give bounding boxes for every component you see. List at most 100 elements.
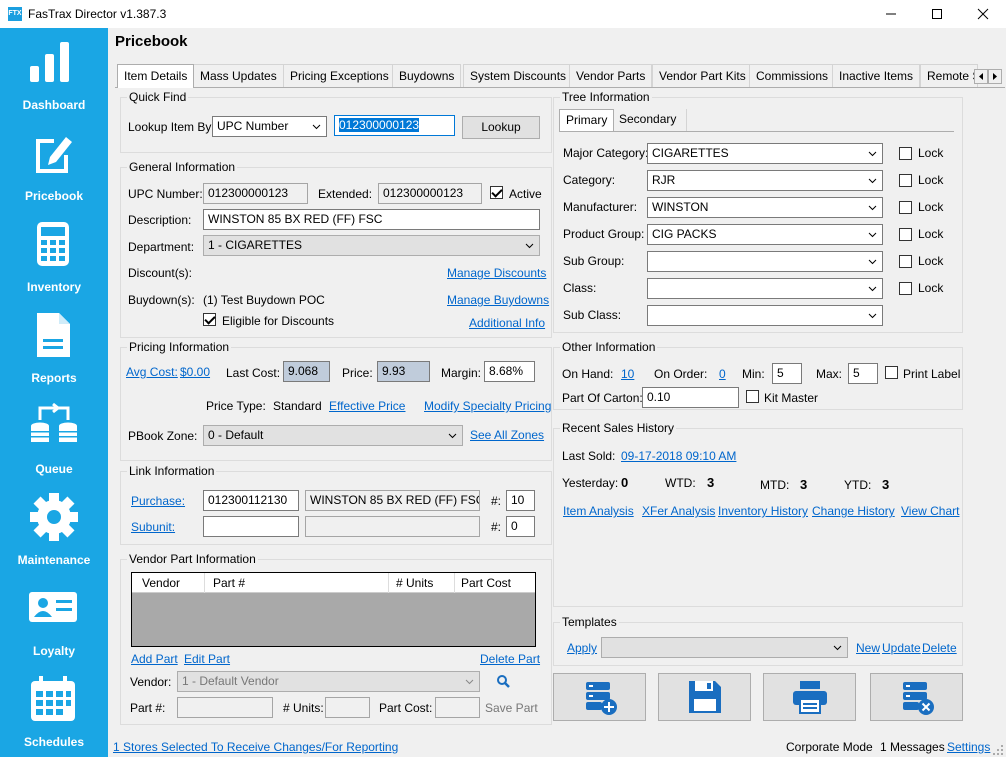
view-chart-link[interactable]: View Chart: [901, 504, 959, 518]
lock-checkbox[interactable]: [899, 174, 912, 187]
kit-master-checkbox[interactable]: [746, 390, 759, 403]
template-select[interactable]: [601, 637, 848, 658]
part-number-field[interactable]: [177, 697, 273, 718]
update-template-link[interactable]: Update: [882, 641, 921, 655]
sidebar-item-dashboard[interactable]: Dashboard: [0, 28, 108, 118]
tree-tab-secondary[interactable]: Secondary: [609, 109, 688, 131]
on-order-link[interactable]: 0: [719, 367, 726, 381]
print-label-checkbox[interactable]: [885, 366, 898, 379]
purchase-qty-field[interactable]: 10: [506, 490, 535, 511]
purchase-upc-field[interactable]: 012300112130: [203, 490, 299, 511]
sidebar-item-pricebook[interactable]: Pricebook: [0, 119, 108, 209]
lookup-button[interactable]: Lookup: [462, 116, 540, 139]
avg-cost-link[interactable]: Avg Cost:: [126, 365, 178, 379]
lock-checkbox[interactable]: [899, 255, 912, 268]
tab-scroll-right-button[interactable]: [988, 69, 1002, 84]
delete-item-button[interactable]: [870, 673, 963, 721]
sidebar-item-maintenance[interactable]: Maintenance: [0, 483, 108, 573]
tab-buydowns[interactable]: Buydowns: [392, 64, 462, 87]
tab-pricing-exceptions[interactable]: Pricing Exceptions: [283, 64, 396, 87]
xfer-analysis-link[interactable]: XFer Analysis: [642, 504, 715, 518]
add-item-button[interactable]: [553, 673, 646, 721]
item-analysis-link[interactable]: Item Analysis: [563, 504, 634, 518]
last-sold-link[interactable]: 09-17-2018 09:10 AM: [621, 449, 736, 463]
max-field[interactable]: 5: [848, 363, 878, 384]
tree-row-select[interactable]: [647, 305, 883, 326]
additional-info-link[interactable]: Additional Info: [469, 316, 545, 330]
print-button[interactable]: [763, 673, 856, 721]
department-select[interactable]: 1 - CIGARETTES: [203, 235, 540, 256]
settings-link[interactable]: Settings: [947, 740, 990, 754]
tree-row-select[interactable]: CIG PACKS: [647, 224, 883, 245]
tab-vendor-part-kits[interactable]: Vendor Part Kits: [652, 64, 753, 87]
tree-row-select[interactable]: RJR: [647, 170, 883, 191]
sidebar-item-inventory[interactable]: Inventory: [0, 210, 108, 300]
save-part-link[interactable]: Save Part: [485, 701, 538, 715]
min-field[interactable]: 5: [772, 363, 802, 384]
tree-row-select[interactable]: WINSTON: [647, 197, 883, 218]
part-of-carton-field[interactable]: 0.10: [642, 387, 739, 408]
column-header-part-number[interactable]: Part #: [213, 576, 245, 590]
new-template-link[interactable]: New: [856, 641, 880, 655]
apply-template-link[interactable]: Apply: [567, 641, 597, 655]
tab-remote[interactable]: Remote S: [920, 64, 978, 87]
last-cost-field[interactable]: 9.068: [283, 361, 330, 382]
tab-commissions[interactable]: Commissions: [749, 64, 836, 87]
maximize-button[interactable]: [914, 0, 960, 28]
manage-buydowns-link[interactable]: Manage Buydowns: [447, 293, 549, 307]
units-field[interactable]: [325, 697, 370, 718]
tab-system-discounts[interactable]: System Discounts: [463, 64, 574, 87]
active-checkbox[interactable]: [490, 186, 503, 199]
on-hand-link[interactable]: 10: [621, 367, 634, 381]
margin-field[interactable]: 8.68%: [484, 361, 535, 382]
messages-indicator[interactable]: 1 Messages: [880, 740, 945, 754]
close-button[interactable]: [960, 0, 1006, 28]
tab-inactive-items[interactable]: Inactive Items: [832, 64, 921, 87]
column-header-vendor[interactable]: Vendor: [142, 576, 180, 590]
edit-part-link[interactable]: Edit Part: [184, 652, 230, 666]
delete-template-link[interactable]: Delete: [922, 641, 957, 655]
tree-tab-primary[interactable]: Primary: [559, 109, 615, 131]
tab-mass-updates[interactable]: Mass Updates: [193, 64, 284, 87]
part-cost-field[interactable]: [435, 697, 480, 718]
tree-row-select[interactable]: [647, 251, 883, 272]
lookup-by-select[interactable]: UPC Number: [212, 116, 327, 137]
tree-row-select[interactable]: CIGARETTES: [647, 143, 883, 164]
subunit-qty-field[interactable]: 0: [506, 516, 535, 537]
see-all-zones-link[interactable]: See All Zones: [470, 428, 544, 442]
stores-selected-link[interactable]: 1 Stores Selected To Receive Changes/For…: [113, 740, 398, 754]
lock-checkbox[interactable]: [899, 201, 912, 214]
avg-cost-value[interactable]: $0.00: [180, 365, 210, 379]
lock-checkbox[interactable]: [899, 228, 912, 241]
column-header-units[interactable]: # Units: [396, 576, 433, 590]
vendor-select[interactable]: 1 - Default Vendor: [177, 671, 480, 692]
description-field[interactable]: WINSTON 85 BX RED (FF) FSC: [203, 209, 540, 230]
delete-part-link[interactable]: Delete Part: [480, 652, 540, 666]
extended-field[interactable]: 012300000123: [378, 183, 482, 204]
effective-price-link[interactable]: Effective Price: [329, 399, 405, 413]
sidebar-item-queue[interactable]: Queue: [0, 392, 108, 482]
change-history-link[interactable]: Change History: [812, 504, 895, 518]
manage-discounts-link[interactable]: Manage Discounts: [447, 266, 546, 280]
pbook-zone-select[interactable]: 0 - Default: [203, 425, 463, 446]
lock-checkbox[interactable]: [899, 282, 912, 295]
minimize-button[interactable]: [868, 0, 914, 28]
price-field[interactable]: 9.93: [377, 361, 430, 382]
subunit-link[interactable]: Subunit:: [131, 520, 175, 534]
lock-checkbox[interactable]: [899, 147, 912, 160]
search-icon[interactable]: [496, 674, 510, 688]
eligible-discounts-checkbox[interactable]: [203, 313, 216, 326]
sidebar-item-schedules[interactable]: Schedules: [0, 665, 108, 755]
inventory-history-link[interactable]: Inventory History: [718, 504, 808, 518]
tab-scroll-left-button[interactable]: [974, 69, 988, 84]
resize-grip-icon[interactable]: [992, 744, 1004, 756]
tab-item-details[interactable]: Item Details: [117, 64, 195, 88]
sidebar-item-reports[interactable]: Reports: [0, 301, 108, 391]
upc-field[interactable]: 012300000123: [203, 183, 308, 204]
add-part-link[interactable]: Add Part: [131, 652, 178, 666]
tab-vendor-parts[interactable]: Vendor Parts: [569, 64, 653, 87]
purchase-link[interactable]: Purchase:: [131, 494, 185, 508]
modify-specialty-pricing-link[interactable]: Modify Specialty Pricing: [424, 399, 551, 413]
lookup-input[interactable]: 012300000123: [334, 115, 455, 136]
sidebar-item-loyalty[interactable]: Loyalty: [0, 574, 108, 664]
